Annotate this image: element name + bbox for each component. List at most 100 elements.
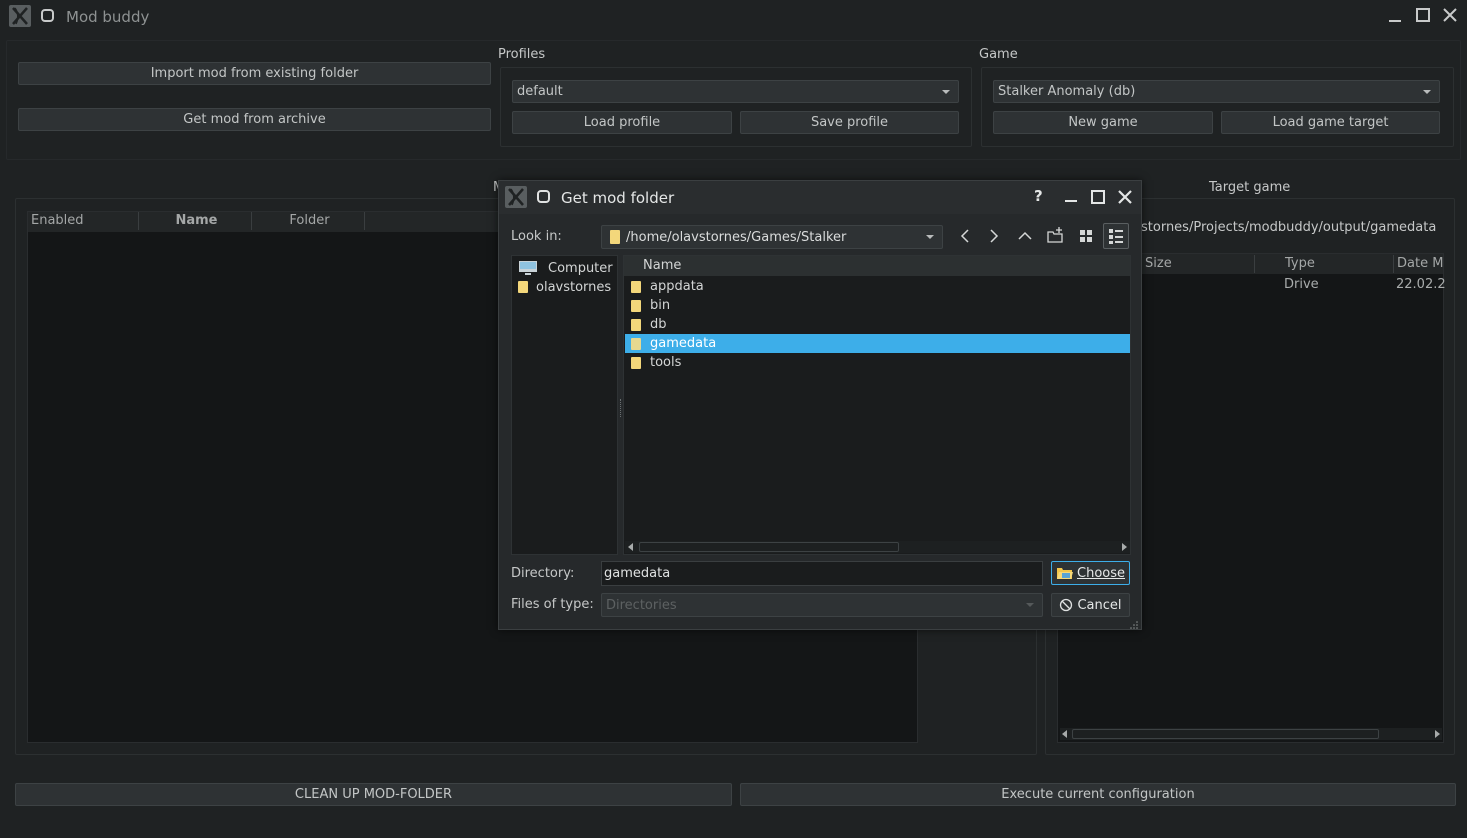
scroll-right-icon[interactable]	[1122, 543, 1127, 551]
detail-view-icon[interactable]	[1103, 223, 1129, 249]
close-icon[interactable]	[1443, 8, 1457, 22]
load-game-target-button[interactable]: Load game target	[1221, 111, 1440, 134]
main-titlebar: Mod buddy	[0, 0, 1467, 33]
scroll-left-icon[interactable]	[1062, 730, 1067, 738]
files-of-type-value: Directories	[606, 597, 677, 613]
get-mod-archive-button[interactable]: Get mod from archive	[18, 108, 491, 131]
folder-icon	[631, 356, 641, 369]
load-profile-button[interactable]: Load profile	[512, 111, 732, 134]
target-row-type: Drive	[1284, 277, 1319, 292]
column-name[interactable]: Name	[640, 256, 1130, 274]
look-in-label: Look in:	[511, 229, 562, 244]
folder-icon	[610, 230, 620, 244]
save-profile-button[interactable]: Save profile	[740, 111, 959, 134]
column-size[interactable]: Size	[1142, 255, 1255, 273]
maximize-icon[interactable]	[1091, 190, 1105, 204]
game-select-value: Stalker Anomaly (db)	[998, 84, 1136, 99]
directory-label: Directory:	[511, 566, 575, 581]
maximize-icon[interactable]	[1416, 8, 1430, 22]
choose-label: Choose	[1077, 565, 1125, 581]
file-list-item[interactable]: db	[625, 315, 1130, 334]
scroll-left-icon[interactable]	[628, 543, 633, 551]
file-list-item[interactable]: appdata	[625, 277, 1130, 296]
file-list-item[interactable]: gamedata	[625, 334, 1130, 353]
parent-directory-icon[interactable]	[1012, 223, 1038, 249]
minimize-icon[interactable]	[1064, 190, 1078, 204]
file-name: appdata	[650, 279, 704, 294]
chevron-down-icon	[1026, 603, 1034, 607]
dialog-titlebar: Get mod folder ?	[499, 181, 1141, 214]
new-game-button[interactable]: New game	[993, 111, 1213, 134]
execute-configuration-button[interactable]: Execute current configuration	[740, 783, 1456, 806]
file-list[interactable]: Name appdata bin db gamedata tools	[623, 255, 1131, 555]
target-horizontal-scrollbar[interactable]	[1060, 728, 1442, 740]
file-list-item[interactable]: bin	[625, 296, 1130, 315]
look-in-path: /home/olavstornes/Games/Stalker	[626, 229, 847, 245]
cancel-icon	[1060, 598, 1073, 612]
pin-icon[interactable]	[40, 8, 56, 24]
file-list-horizontal-scrollbar[interactable]	[625, 541, 1130, 553]
cancel-label: Cancel	[1077, 597, 1122, 613]
file-name: tools	[650, 355, 682, 370]
column-type[interactable]: Type	[1282, 255, 1394, 273]
game-label: Game	[979, 47, 1018, 62]
import-mod-button[interactable]: Import mod from existing folder	[18, 62, 491, 85]
resize-grip-icon[interactable]	[1129, 619, 1139, 629]
chevron-down-icon	[942, 89, 950, 94]
profile-select[interactable]: default	[512, 80, 959, 103]
file-list-item[interactable]: tools	[625, 353, 1130, 372]
scroll-right-icon[interactable]	[1435, 730, 1440, 738]
column-folder[interactable]: Folder	[252, 212, 365, 230]
folder-icon	[631, 280, 641, 293]
folder-icon	[631, 337, 641, 350]
cancel-button[interactable]: Cancel	[1051, 593, 1130, 617]
app-logo-icon	[9, 5, 31, 27]
target-path: stornes/Projects/modbuddy/output/gamedat…	[1141, 220, 1437, 235]
choose-button[interactable]: Choose	[1051, 561, 1130, 585]
window-title: Mod buddy	[66, 8, 150, 26]
folder-open-icon	[1057, 568, 1073, 579]
forward-icon[interactable]	[981, 223, 1007, 249]
profiles-group	[500, 67, 972, 147]
directory-field[interactable]	[601, 561, 1043, 586]
new-folder-icon[interactable]	[1042, 223, 1068, 249]
pin-icon[interactable]	[536, 189, 552, 205]
minimize-icon[interactable]	[1388, 10, 1402, 24]
game-group	[981, 67, 1454, 147]
sidebar-item-label: Computer	[548, 260, 613, 276]
column-date[interactable]: Date M	[1394, 255, 1445, 273]
splitter-handle[interactable]	[620, 399, 622, 417]
column-enabled[interactable]: Enabled	[28, 212, 139, 230]
target-row-date: 22.02.2	[1396, 277, 1446, 292]
files-of-type-label: Files of type:	[511, 597, 594, 612]
profiles-label: Profiles	[498, 47, 546, 62]
places-sidebar[interactable]: Computer olavstornes	[511, 255, 618, 555]
sidebar-item-computer[interactable]: Computer	[518, 259, 618, 277]
file-name: db	[650, 317, 667, 332]
folder-icon	[631, 299, 641, 312]
file-name: gamedata	[650, 336, 717, 351]
scrollbar-thumb[interactable]	[639, 542, 899, 552]
game-select[interactable]: Stalker Anomaly (db)	[993, 80, 1440, 103]
chevron-down-icon	[926, 235, 934, 239]
folder-icon	[631, 318, 641, 331]
back-icon[interactable]	[952, 223, 978, 249]
get-mod-folder-dialog: Get mod folder ? Look in: /home/olavstor…	[498, 180, 1142, 630]
file-list-header: Name	[624, 256, 1130, 276]
target-game-label: Target game	[1209, 180, 1291, 195]
column-name[interactable]: Name	[139, 212, 252, 230]
sidebar-item-home[interactable]: olavstornes	[518, 278, 618, 296]
profile-select-value: default	[517, 84, 563, 99]
computer-icon	[519, 261, 537, 275]
scrollbar-thumb[interactable]	[1072, 729, 1379, 739]
help-icon[interactable]: ?	[1034, 189, 1050, 205]
sidebar-item-label: olavstornes	[536, 279, 612, 295]
icon-view-icon[interactable]	[1073, 223, 1099, 249]
look-in-select[interactable]: /home/olavstornes/Games/Stalker	[601, 225, 943, 249]
folder-icon	[518, 281, 528, 293]
close-icon[interactable]	[1118, 190, 1132, 204]
files-of-type-select[interactable]: Directories	[601, 593, 1043, 617]
cleanup-mod-folder-button[interactable]: CLEAN UP MOD-FOLDER	[15, 783, 732, 806]
app-logo-icon	[505, 186, 527, 208]
chevron-down-icon	[1423, 89, 1431, 94]
